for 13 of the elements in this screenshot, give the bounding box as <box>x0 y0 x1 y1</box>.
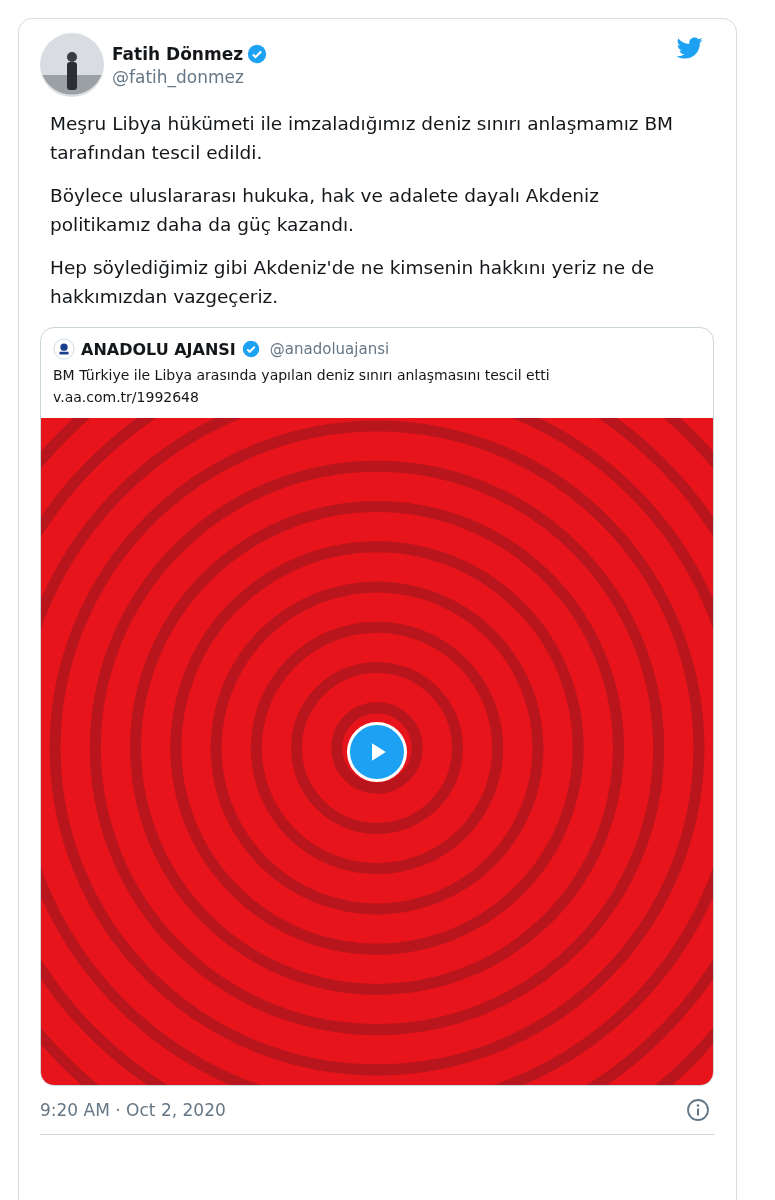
quoted-author-handle: @anadoluajansi <box>269 340 390 358</box>
quoted-tweet[interactable]: ANADOLU AJANSI @anadoluajansi BM Türkiye ile Libya arasında yapılan deniz sınırı anlaşmasını tescil etti v.aa.com.tr/1992648 <box>40 327 714 1086</box>
author-name[interactable]: Fatih Dönmez <box>112 43 244 64</box>
info-icon[interactable] <box>686 1098 710 1122</box>
author-handle[interactable]: @fatih_donmez <box>112 66 674 87</box>
agency-avatar-icon <box>53 338 75 360</box>
quoted-tweet-text: BM Türkiye ile Libya arasında yapılan deniz sınırı anlaşmasını tescil etti <box>52 366 551 385</box>
quoted-author-name: ANADOLU AJANSI <box>81 339 236 359</box>
tweet-paragraph: Hep söylediğimiz gibi Akdeniz'de ne kimsenin hakkını yeriz ne de hakkımızdan vazgeçeriz. <box>50 256 656 309</box>
tweet-paragraph: Meşru Libya hükümeti ile imzaladığımız deniz sınırı anlaşmamız BM tarafından tescil edildi. <box>50 112 675 165</box>
tweet-timestamp[interactable]: 9:20 AM · Oct 2, 2020 <box>40 1100 226 1120</box>
quoted-link[interactable]: v.aa.com.tr/1992648 <box>41 386 713 408</box>
tweet-paragraph: Böylece uluslararası hukuka, hak ve adalete dayalı Akdeniz politikamız daha da güç kazandı. <box>50 184 600 237</box>
